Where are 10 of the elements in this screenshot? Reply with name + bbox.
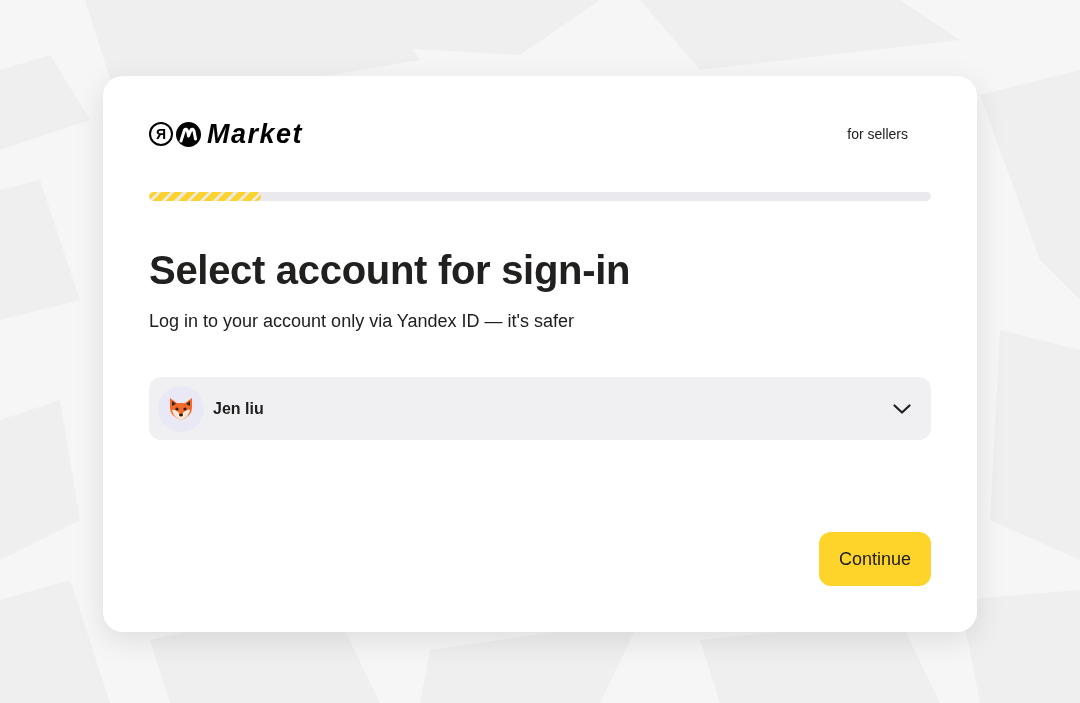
chevron-down-icon: [893, 403, 911, 414]
logo-icon: [176, 121, 201, 147]
logo-text: Market: [207, 120, 304, 148]
page-title: Select account for sign-in: [149, 247, 632, 294]
continue-button[interactable]: Continue: [819, 532, 931, 586]
subtitle-text: Log in to your account only via Yandex ID — it's safer: [149, 310, 575, 332]
logo-mark: Я: [149, 122, 173, 146]
fox-avatar-icon: [158, 385, 204, 432]
header-link[interactable]: for sellers: [847, 127, 908, 141]
account-select[interactable]: Jen liu: [149, 377, 931, 440]
